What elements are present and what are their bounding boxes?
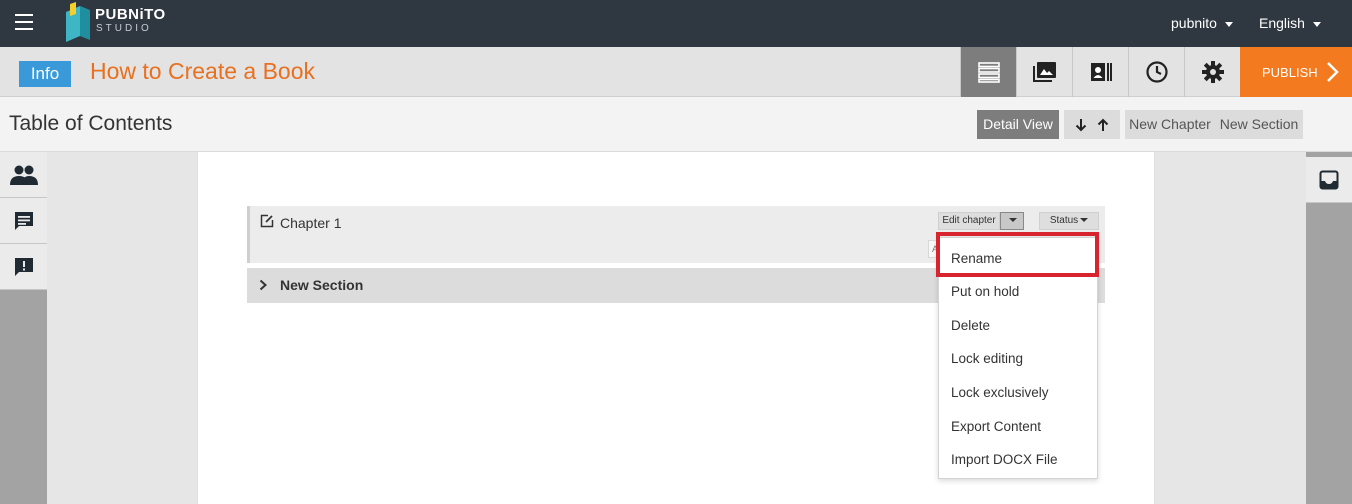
- detail-view-button[interactable]: Detail View: [977, 110, 1059, 139]
- arrow-down-icon: [1075, 118, 1087, 131]
- edit-chapter-dropdown-toggle[interactable]: [1000, 212, 1024, 230]
- publish-button[interactable]: PUBLISH: [1240, 47, 1352, 97]
- new-chapter-button[interactable]: New Chapter: [1125, 110, 1215, 139]
- edit-chapter-button[interactable]: Edit chapter: [938, 212, 1000, 230]
- chapter-name: Chapter 1: [280, 215, 342, 231]
- contributors-button[interactable]: [1072, 47, 1128, 97]
- chevron-down-icon: [1080, 218, 1089, 223]
- contact-book-icon: [1090, 63, 1112, 81]
- chevron-down-icon: [1312, 21, 1321, 27]
- media-gallery-button[interactable]: [1016, 47, 1072, 97]
- rail-users-button[interactable]: [0, 152, 47, 198]
- logo-name: PUBNiTO: [95, 6, 166, 23]
- menu-item-lock-exclusively[interactable]: Lock exclusively: [939, 378, 1097, 408]
- user-dropdown[interactable]: pubnito: [1171, 15, 1233, 31]
- language-label: English: [1259, 15, 1305, 31]
- chevron-right-icon: [1327, 62, 1339, 82]
- chapter-actions-menu: Rename Put on hold Delete Lock editing L…: [938, 237, 1098, 479]
- feedback-icon: [14, 257, 33, 276]
- page-title: Table of Contents: [9, 112, 173, 135]
- top-bar: PUBNiTO STUDIO pubnito English: [0, 0, 1352, 47]
- list-icon: [977, 62, 1000, 83]
- user-name: pubnito: [1171, 15, 1217, 31]
- menu-item-delete[interactable]: Delete: [939, 311, 1097, 341]
- chevron-down-icon: [1224, 21, 1233, 27]
- right-gutter: [1155, 152, 1306, 504]
- left-rail: [0, 152, 47, 504]
- arrow-up-icon: [1097, 118, 1109, 131]
- edit-icon[interactable]: [260, 214, 274, 233]
- users-icon: [9, 165, 38, 185]
- menu-item-import-docx[interactable]: Import DOCX File: [939, 445, 1097, 475]
- move-down-button[interactable]: [1075, 118, 1087, 132]
- menu-item-put-on-hold[interactable]: Put on hold: [939, 277, 1097, 307]
- menu-item-lock-editing[interactable]: Lock editing: [939, 344, 1097, 374]
- logo-subtitle: STUDIO: [96, 23, 152, 34]
- publish-label: PUBLISH: [1262, 65, 1318, 80]
- chevron-right-icon[interactable]: [259, 278, 268, 296]
- gear-icon: [1201, 61, 1224, 83]
- menu-item-export-content[interactable]: Export Content: [939, 412, 1097, 442]
- hamburger-menu-icon[interactable]: [15, 14, 33, 30]
- right-rail: [1306, 152, 1352, 504]
- status-dropdown[interactable]: Status: [1039, 212, 1099, 230]
- move-up-button[interactable]: [1097, 118, 1109, 132]
- clock-icon: [1145, 61, 1168, 83]
- info-button[interactable]: Info: [19, 61, 71, 87]
- rail-feedback-button[interactable]: [0, 244, 47, 290]
- images-icon: [1032, 62, 1056, 82]
- chevron-down-icon: [1009, 218, 1017, 223]
- inbox-icon: [1319, 170, 1339, 189]
- book-title: How to Create a Book: [90, 58, 316, 84]
- rail-comments-button[interactable]: [0, 198, 47, 244]
- toc-toolbar: Table of Contents Detail View New Chapte…: [0, 97, 1352, 152]
- history-button[interactable]: [1128, 47, 1184, 97]
- comment-icon: [14, 211, 33, 230]
- left-gutter: [47, 152, 197, 504]
- section-name: New Section: [280, 277, 364, 293]
- book-logo-icon: [66, 2, 90, 42]
- title-bar: Info How to Create a Book PUBLISH: [0, 47, 1352, 97]
- status-label: Status: [1049, 215, 1079, 226]
- new-section-button[interactable]: New Section: [1215, 110, 1303, 139]
- menu-item-rename[interactable]: Rename: [939, 244, 1097, 274]
- move-buttons: [1064, 110, 1120, 139]
- rail-inbox-button[interactable]: [1306, 157, 1352, 203]
- table-of-contents-button[interactable]: [960, 47, 1016, 97]
- settings-button[interactable]: [1184, 47, 1240, 97]
- language-dropdown[interactable]: English: [1259, 15, 1321, 31]
